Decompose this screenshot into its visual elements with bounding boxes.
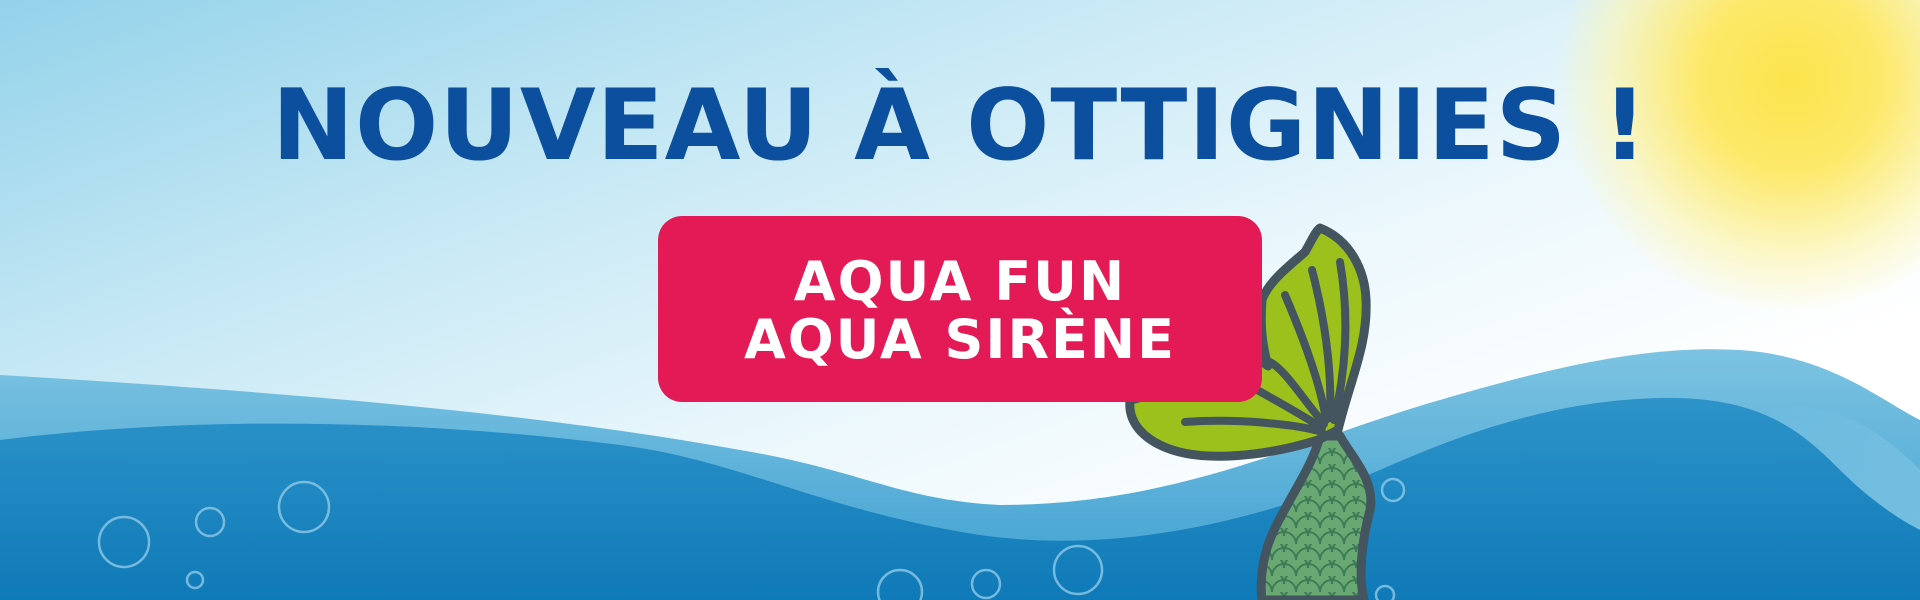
headline: NOUVEAU À OTTIGNIES !: [271, 69, 1649, 183]
aqua-classes-button[interactable]: AQUA FUN AQUA SIRÈNE: [658, 216, 1262, 402]
promo-banner: NOUVEAU À OTTIGNIES ! AQUA FUN AQUA SIRÈ…: [0, 0, 1920, 600]
front-wave: [0, 397, 1920, 600]
cta-line-aqua-sirene: AQUA SIRÈNE: [743, 308, 1176, 371]
cta-line-aqua-fun: AQUA FUN: [793, 250, 1127, 313]
